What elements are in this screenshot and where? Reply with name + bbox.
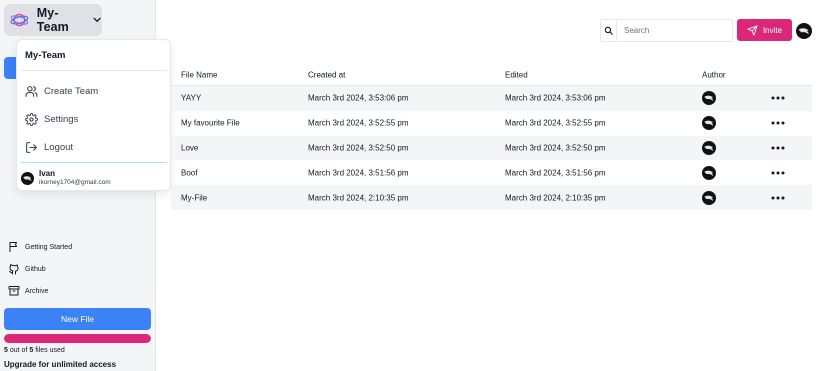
created-at-cell: March 3rd 2024, 2:10:35 pm <box>308 193 409 203</box>
sidebar-link-label: Getting Started <box>25 243 73 251</box>
team-name: My-Team <box>36 6 69 34</box>
author-avatar <box>702 91 716 106</box>
file-name-cell[interactable]: My favourite File <box>181 119 240 128</box>
usage-progress-bar <box>4 334 151 343</box>
author-cell <box>702 116 716 131</box>
author-avatar <box>702 140 716 155</box>
edited-cell: March 3rd 2024, 3:53:06 pm <box>505 93 606 103</box>
more-options-icon[interactable] <box>771 170 785 176</box>
edited-cell: March 3rd 2024, 3:52:50 pm <box>505 143 606 153</box>
more-options-icon[interactable] <box>771 195 785 201</box>
created-at-cell: March 3rd 2024, 3:51:56 pm <box>308 168 409 178</box>
files-table: File Name Created at Edited Author YAYY M… <box>171 64 812 210</box>
column-header-created: Created at <box>308 70 346 79</box>
row-actions[interactable] <box>771 170 785 176</box>
table-body: YAYY March 3rd 2024, 3:53:06 pm March 3rd … <box>171 86 812 210</box>
menu-item-label: Logout <box>44 142 74 153</box>
menu-item-label: Create Team <box>44 86 99 97</box>
more-options-icon[interactable] <box>771 145 785 151</box>
column-header-author: Author <box>702 70 726 79</box>
menu-item-label: Settings <box>44 114 79 125</box>
more-options-icon[interactable] <box>771 95 785 101</box>
users-icon <box>25 86 38 97</box>
divider <box>21 162 167 163</box>
usage-text: 5 out of 5 files used <box>4 347 65 354</box>
logout-icon <box>26 142 37 153</box>
menu-item-logout[interactable]: Logout <box>25 141 73 154</box>
edited-cell: March 3rd 2024, 3:52:55 pm <box>505 118 606 128</box>
user-name: Ivan <box>39 169 56 178</box>
file-name-cell[interactable]: Boof <box>181 168 197 177</box>
search-input[interactable] <box>617 26 727 35</box>
table-row[interactable]: My-File March 3rd 2024, 2:10:35 pm March 3… <box>171 185 812 210</box>
author-avatar <box>702 116 716 131</box>
edited-cell: March 3rd 2024, 3:51:56 pm <box>505 168 606 178</box>
sidebar-link-label: Archive <box>25 287 49 295</box>
menu-item-settings[interactable]: Settings <box>25 113 78 126</box>
more-options-icon[interactable] <box>771 120 785 126</box>
divider <box>21 70 167 71</box>
flag-icon <box>9 242 17 252</box>
row-actions[interactable] <box>771 95 785 101</box>
team-dropdown-menu: My-Team Create Team Settings Logout Ivan… <box>16 39 171 191</box>
file-name-cell[interactable]: Love <box>181 143 198 152</box>
author-cell <box>702 140 716 155</box>
usage-suffix: files used <box>35 347 65 354</box>
file-name-cell[interactable]: My-File <box>181 193 207 202</box>
chevron-down-icon <box>93 17 101 22</box>
search-icon <box>601 20 617 41</box>
usage-total: 5 <box>29 347 34 354</box>
usage-progress-fill <box>4 334 151 343</box>
table-row[interactable]: Boof March 3rd 2024, 3:51:56 pm March 3rd … <box>171 160 812 185</box>
author-avatar <box>702 190 716 205</box>
author-cell <box>702 91 716 106</box>
usage-of: out of <box>9 347 28 354</box>
gear-icon <box>25 113 38 126</box>
avatar[interactable] <box>796 23 812 39</box>
created-at-cell: March 3rd 2024, 3:52:50 pm <box>308 143 409 153</box>
invite-button[interactable]: Invite <box>737 19 792 41</box>
search-box <box>600 19 733 42</box>
dropdown-title: My-Team <box>25 50 66 61</box>
file-name-cell[interactable]: YAYY <box>181 94 201 103</box>
menu-item-create-team[interactable]: Create Team <box>25 85 98 98</box>
author-cell <box>702 165 716 180</box>
sidebar-link-getting-started[interactable]: Getting Started <box>8 241 72 253</box>
author-cell <box>702 190 716 205</box>
archive-icon <box>8 286 20 296</box>
table-header: File Name Created at Edited Author <box>171 64 812 86</box>
avatar <box>21 171 34 185</box>
table-row[interactable]: YAYY March 3rd 2024, 3:53:06 pm March 3rd … <box>171 86 812 111</box>
table-row[interactable]: My favourite File March 3rd 2024, 3:52:55… <box>171 111 812 136</box>
send-icon <box>747 24 758 36</box>
team-logo-icon <box>10 13 29 27</box>
user-info: Ivan ikorney1704@gmail.com <box>39 169 111 187</box>
column-header-file-name: File Name <box>181 70 218 79</box>
usage-used: 5 <box>4 347 8 354</box>
sidebar-link-github[interactable]: Github <box>8 263 46 275</box>
sidebar-link-archive[interactable]: Archive <box>8 285 48 297</box>
user-email: ikorney1704@gmail.com <box>39 179 111 186</box>
team-switcher[interactable]: My-Team <box>4 4 102 36</box>
sidebar-link-label: Github <box>25 265 46 273</box>
author-avatar <box>702 165 716 180</box>
new-file-button[interactable]: New File <box>4 308 151 330</box>
github-icon <box>9 264 19 275</box>
created-at-cell: March 3rd 2024, 3:53:06 pm <box>308 93 409 103</box>
row-actions[interactable] <box>771 195 785 201</box>
edited-cell: March 3rd 2024, 2:10:35 pm <box>505 193 606 203</box>
table-row[interactable]: Love March 3rd 2024, 3:52:50 pm March 3rd … <box>171 135 812 161</box>
current-user: Ivan ikorney1704@gmail.com <box>21 169 111 187</box>
invite-label: Invite <box>762 25 783 35</box>
upgrade-text: Upgrade for unlimited access <box>4 360 117 369</box>
column-header-edited: Edited <box>505 70 528 79</box>
created-at-cell: March 3rd 2024, 3:52:55 pm <box>308 118 409 128</box>
row-actions[interactable] <box>771 120 785 126</box>
row-actions[interactable] <box>771 145 785 151</box>
